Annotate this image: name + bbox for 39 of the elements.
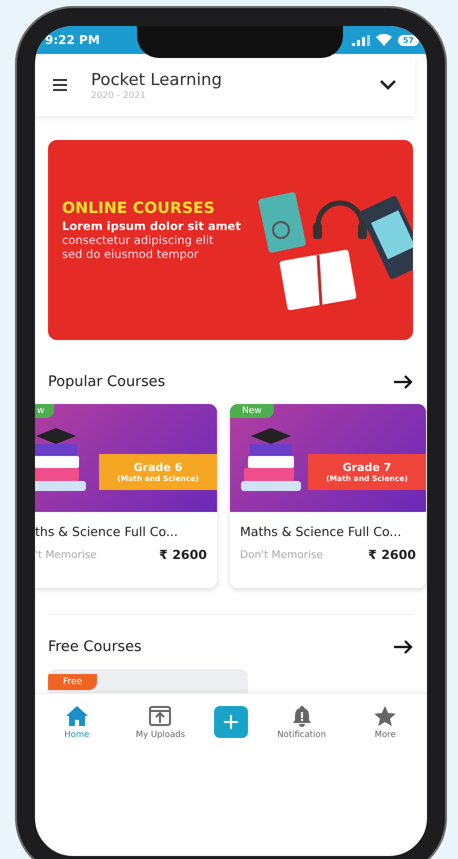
arrow-right-icon[interactable] — [393, 640, 413, 654]
battery-level: 57 — [398, 34, 419, 46]
home-icon — [64, 704, 89, 726]
section-title: Popular Courses — [48, 374, 166, 390]
arrow-right-icon[interactable] — [393, 375, 413, 389]
grade-label: Grade 6 — [134, 461, 182, 474]
bell-icon — [290, 704, 313, 726]
free-badge: Free — [48, 674, 98, 690]
new-badge: w — [35, 404, 54, 418]
banner-text: sed do eiusmod tempor — [62, 247, 200, 261]
nav-tab[interactable]: Notification — [272, 704, 332, 740]
status-time: 9:22 PM — [45, 33, 100, 47]
signal-icon — [352, 34, 370, 46]
nav-tab[interactable]: My Uploads — [130, 704, 190, 740]
banner-headline: ONLINE COURSES — [62, 199, 216, 217]
year-subtitle: 2020 - 2021 — [91, 90, 147, 100]
course-card[interactable]: Free — [48, 669, 248, 693]
new-badge: New — [230, 404, 274, 418]
section-title: Free Courses — [48, 639, 142, 655]
banner-text: consectetur adipiscing elit — [62, 233, 215, 247]
course-subtitle: Don't Memorise — [240, 548, 323, 560]
chevron-down-icon[interactable] — [379, 79, 397, 91]
nav-tab[interactable]: More — [355, 704, 416, 740]
star-icon — [373, 704, 398, 726]
course-price: ₹ 2600 — [368, 547, 416, 562]
course-title: ths & Science Full Co... — [35, 524, 179, 539]
course-title: Maths & Science Full Co... — [240, 524, 402, 539]
course-price: ₹ 2600 — [159, 547, 207, 562]
app-title: Pocket Learning — [91, 70, 223, 88]
banner-text: Lorem ipsum dolor sit amet — [62, 219, 241, 233]
wifi-icon — [376, 34, 392, 46]
promo-banner[interactable]: ONLINE COURSES Lorem ipsum dolor sit amet consectetur adipiscing elit sed do eiusmod tempor — [48, 140, 413, 340]
plus-icon — [222, 714, 239, 730]
upload-icon — [148, 704, 172, 726]
menu-icon[interactable] — [53, 78, 69, 92]
grade-label: Grade 7 — [342, 461, 392, 474]
course-subtitle: 't Memorise — [35, 548, 97, 560]
nav-tab[interactable]: Home — [46, 704, 107, 740]
add-button[interactable] — [214, 706, 248, 738]
